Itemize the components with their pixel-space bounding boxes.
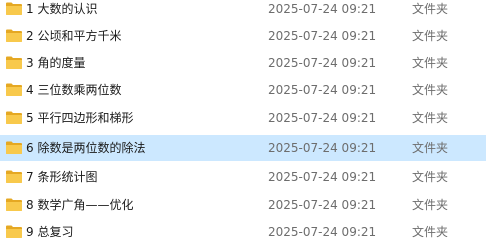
file-name: 3 角的度量 [26, 56, 86, 70]
date-modified: 2025-07-24 09:21 [268, 141, 377, 155]
folder-icon [6, 29, 22, 42]
date-modified: 2025-07-24 09:21 [268, 170, 377, 184]
folder-icon [6, 56, 22, 69]
file-type: 文件夹 [412, 56, 449, 70]
file-name: 4 三位数乘两位数 [26, 83, 122, 97]
file-list: 1 大数的认识 2025-07-24 09:21 文件夹 2 公顷和平方千米 2… [0, 0, 486, 250]
folder-icon [6, 141, 22, 154]
date-modified: 2025-07-24 09:21 [268, 83, 377, 97]
date-modified: 2025-07-24 09:21 [268, 56, 377, 70]
file-type: 文件夹 [412, 141, 449, 155]
folder-icon [6, 170, 22, 183]
date-modified: 2025-07-24 09:21 [268, 225, 377, 239]
file-type: 文件夹 [412, 225, 449, 239]
file-row[interactable]: 8 数学广角——优化 2025-07-24 09:21 文件夹 [0, 192, 486, 218]
file-row[interactable]: 1 大数的认识 2025-07-24 09:21 文件夹 [0, 0, 486, 22]
file-name: 7 条形统计图 [26, 170, 98, 184]
folder-icon [6, 198, 22, 211]
folder-icon [6, 111, 22, 124]
file-name: 5 平行四边形和梯形 [26, 111, 134, 125]
file-row[interactable]: 4 三位数乘两位数 2025-07-24 09:21 文件夹 [0, 77, 486, 103]
file-row[interactable]: 7 条形统计图 2025-07-24 09:21 文件夹 [0, 164, 486, 190]
date-modified: 2025-07-24 09:21 [268, 111, 377, 125]
file-type: 文件夹 [412, 198, 449, 212]
file-type: 文件夹 [412, 2, 449, 16]
folder-icon [6, 225, 22, 238]
file-type: 文件夹 [412, 83, 449, 97]
folder-icon [6, 2, 22, 15]
file-name: 2 公顷和平方千米 [26, 29, 122, 43]
file-row-selected[interactable]: 6 除数是两位数的除法 2025-07-24 09:21 文件夹 [0, 135, 486, 161]
file-row[interactable]: 9 总复习 2025-07-24 09:21 文件夹 [0, 219, 486, 245]
date-modified: 2025-07-24 09:21 [268, 198, 377, 212]
file-name: 9 总复习 [26, 225, 74, 239]
date-modified: 2025-07-24 09:21 [268, 29, 377, 43]
file-row[interactable]: 3 角的度量 2025-07-24 09:21 文件夹 [0, 50, 486, 76]
file-name: 6 除数是两位数的除法 [26, 141, 146, 155]
file-type: 文件夹 [412, 29, 449, 43]
file-type: 文件夹 [412, 170, 449, 184]
file-row[interactable]: 5 平行四边形和梯形 2025-07-24 09:21 文件夹 [0, 105, 486, 131]
file-name: 1 大数的认识 [26, 2, 98, 16]
file-type: 文件夹 [412, 111, 449, 125]
file-row[interactable]: 2 公顷和平方千米 2025-07-24 09:21 文件夹 [0, 23, 486, 49]
folder-icon [6, 83, 22, 96]
file-name: 8 数学广角——优化 [26, 198, 134, 212]
date-modified: 2025-07-24 09:21 [268, 2, 377, 16]
